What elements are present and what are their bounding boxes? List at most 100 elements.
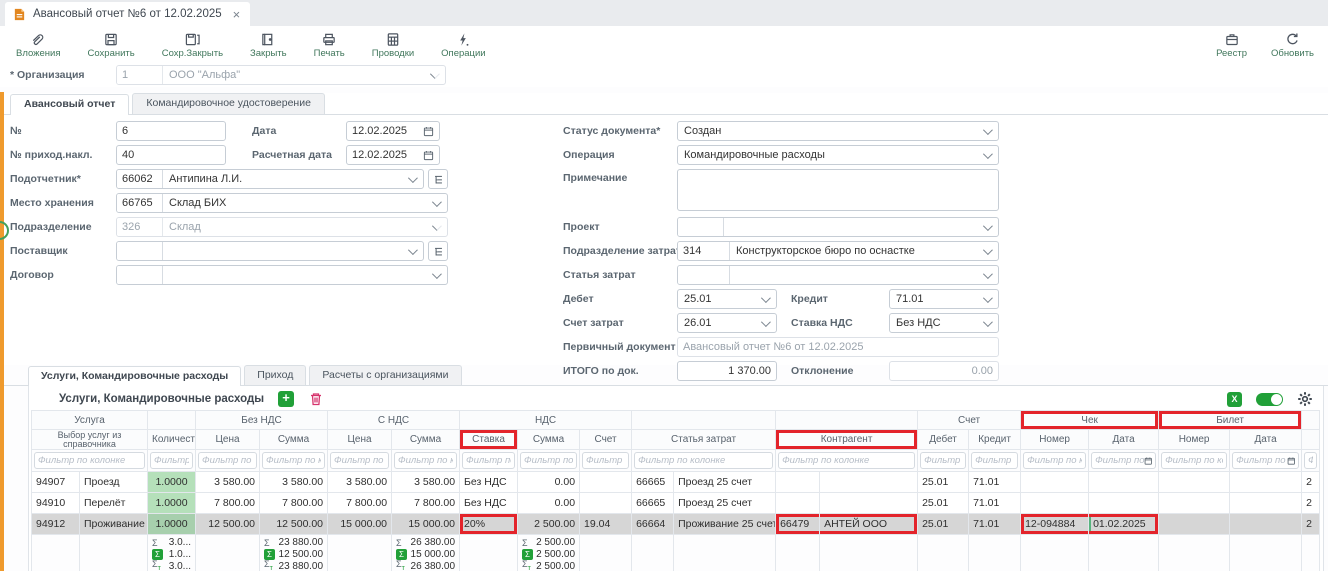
supplier-select[interactable] bbox=[116, 241, 424, 261]
cell[interactable]: 3 580.00 bbox=[196, 472, 260, 493]
cell[interactable]: 2 bbox=[1302, 472, 1320, 493]
filter-input[interactable] bbox=[38, 455, 141, 466]
cell[interactable] bbox=[820, 472, 918, 493]
filter-input[interactable] bbox=[266, 455, 321, 466]
supplier-lookup-button[interactable] bbox=[428, 241, 448, 261]
cost-department-code-field[interactable] bbox=[678, 242, 730, 260]
vat-rate-select[interactable]: Без НДС bbox=[889, 313, 999, 333]
filter-input[interactable] bbox=[1027, 455, 1082, 466]
total-field[interactable] bbox=[677, 361, 777, 381]
cell[interactable]: 71.01 bbox=[969, 472, 1021, 493]
calc-date-input[interactable] bbox=[347, 149, 423, 161]
accountable-lookup-button[interactable] bbox=[428, 169, 448, 189]
cell[interactable]: 7 800.00 bbox=[392, 493, 460, 514]
cell[interactable] bbox=[1089, 472, 1159, 493]
filter-input[interactable] bbox=[202, 455, 253, 466]
cell[interactable] bbox=[1021, 472, 1089, 493]
department-code-field[interactable] bbox=[117, 218, 163, 236]
document-tab[interactable]: Авансовый отчет №6 от 12.02.2025 × bbox=[5, 2, 250, 26]
cell[interactable]: 19.04 bbox=[580, 514, 632, 535]
cell[interactable]: 25.01 bbox=[918, 514, 969, 535]
cell[interactable]: 20% bbox=[460, 514, 518, 535]
cell[interactable]: 15 000.00 bbox=[392, 514, 460, 535]
column-header[interactable]: Количество bbox=[148, 430, 196, 450]
accountable-code-field[interactable] bbox=[117, 170, 163, 188]
gear-icon[interactable] bbox=[1297, 391, 1313, 407]
cell[interactable]: Проживание 25 счет bbox=[674, 514, 776, 535]
cell[interactable]: 71.01 bbox=[969, 514, 1021, 535]
table-row[interactable]: 94907Проезд1.00003 580.003 580.003 580.0… bbox=[32, 472, 1320, 493]
cell[interactable]: 71.01 bbox=[969, 493, 1021, 514]
cell[interactable]: 94912 bbox=[32, 514, 80, 535]
cell[interactable]: 94907 bbox=[32, 472, 80, 493]
cell[interactable] bbox=[580, 472, 632, 493]
column-header[interactable]: Контрагент bbox=[776, 430, 918, 450]
column-header[interactable]: Выбор услуг из справочника bbox=[32, 430, 148, 450]
project-code-field[interactable] bbox=[678, 218, 724, 236]
cell[interactable] bbox=[1159, 493, 1230, 514]
column-header[interactable]: Сумма bbox=[518, 430, 580, 450]
column-header[interactable]: Статья затрат bbox=[632, 430, 776, 450]
cell[interactable]: 3 580.00 bbox=[328, 472, 392, 493]
department-select[interactable]: Склад bbox=[116, 217, 448, 237]
cell[interactable]: 1.0000 bbox=[148, 472, 196, 493]
date-input[interactable] bbox=[347, 125, 423, 137]
cost-item-select[interactable] bbox=[677, 265, 999, 285]
cell[interactable] bbox=[580, 493, 632, 514]
supplier-code-field[interactable] bbox=[117, 242, 163, 260]
cell[interactable]: Проезд 25 счет bbox=[674, 472, 776, 493]
invoice-number-field[interactable] bbox=[116, 145, 226, 165]
cell[interactable] bbox=[1230, 472, 1302, 493]
tab-services-travel-expenses[interactable]: Услуги, Командировочные расходы bbox=[28, 366, 241, 386]
storage-select[interactable]: Склад БИХ bbox=[116, 193, 448, 213]
organization-select[interactable]: ООО "Альфа" bbox=[116, 65, 446, 85]
filter-input[interactable] bbox=[638, 455, 769, 466]
cell[interactable]: 94910 bbox=[32, 493, 80, 514]
tab-settlements[interactable]: Расчеты с организациями bbox=[309, 365, 461, 385]
cell[interactable]: 7 800.00 bbox=[328, 493, 392, 514]
table-row[interactable]: 94910Перелёт1.00007 800.007 800.007 800.… bbox=[32, 493, 1320, 514]
filter-input[interactable] bbox=[782, 455, 911, 466]
cell[interactable]: 66665 bbox=[632, 493, 674, 514]
refresh-button[interactable]: Обновить bbox=[1271, 32, 1314, 59]
filter-input[interactable] bbox=[1236, 455, 1286, 466]
cell[interactable]: 0.00 bbox=[518, 493, 580, 514]
cell[interactable] bbox=[776, 493, 820, 514]
credit-select[interactable]: 71.01 bbox=[889, 289, 999, 309]
note-field[interactable] bbox=[677, 169, 999, 211]
cell[interactable]: Проезд bbox=[80, 472, 148, 493]
cell[interactable]: 66665 bbox=[632, 472, 674, 493]
filter-input[interactable] bbox=[586, 455, 625, 466]
grid-toggle-switch[interactable] bbox=[1256, 393, 1283, 406]
status-select[interactable]: Создан bbox=[677, 121, 999, 141]
column-header[interactable]: Дата bbox=[1230, 430, 1302, 450]
tab-close-icon[interactable]: × bbox=[233, 8, 241, 21]
excel-export-button[interactable]: X bbox=[1227, 392, 1242, 407]
attachments-button[interactable]: Вложения bbox=[16, 32, 61, 59]
cost-department-select[interactable]: Конструкторское бюро по оснастке bbox=[677, 241, 999, 261]
column-header[interactable]: Номер bbox=[1159, 430, 1230, 450]
date-field[interactable] bbox=[346, 121, 440, 141]
cell[interactable]: 3 580.00 bbox=[392, 472, 460, 493]
filter-input[interactable] bbox=[398, 455, 453, 466]
column-header[interactable] bbox=[1302, 430, 1320, 450]
cell[interactable]: 2 bbox=[1302, 514, 1320, 535]
filter-input[interactable] bbox=[975, 455, 1014, 466]
cell[interactable] bbox=[1230, 514, 1302, 535]
cell[interactable]: Без НДС bbox=[460, 472, 518, 493]
cell[interactable] bbox=[776, 472, 820, 493]
number-field[interactable] bbox=[116, 121, 226, 141]
filter-input[interactable] bbox=[154, 455, 189, 466]
cell[interactable] bbox=[1089, 493, 1159, 514]
cell[interactable]: 12 500.00 bbox=[196, 514, 260, 535]
column-header[interactable]: Сумма bbox=[392, 430, 460, 450]
column-header[interactable]: Сумма bbox=[260, 430, 328, 450]
column-header[interactable]: Ставка bbox=[460, 430, 518, 450]
filter-input[interactable] bbox=[334, 455, 385, 466]
save-close-button[interactable]: Сохр.Закрыть bbox=[162, 32, 223, 59]
table-row[interactable]: 94912Проживание1.000012 500.0012 500.001… bbox=[32, 514, 1320, 535]
column-header[interactable]: Цена bbox=[328, 430, 392, 450]
filter-input[interactable] bbox=[1308, 455, 1313, 466]
organization-code-field[interactable] bbox=[117, 66, 163, 84]
cell[interactable]: 1.0000 bbox=[148, 493, 196, 514]
